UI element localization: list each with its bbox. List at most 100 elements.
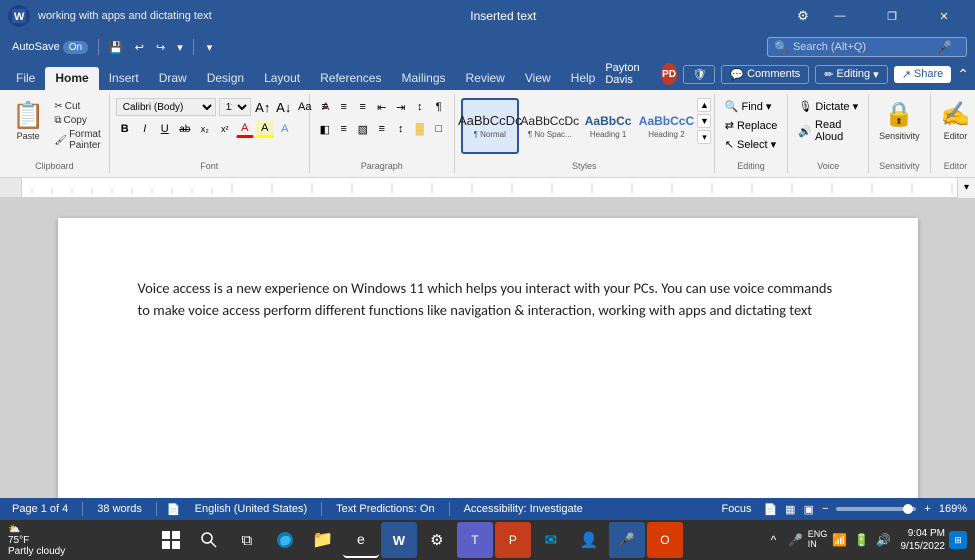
font-size-select[interactable]: 11 [219, 98, 251, 116]
doc-dropdown-icon[interactable]: ▾ [207, 41, 213, 54]
restore-button[interactable]: ❐ [869, 0, 915, 32]
user-avatar[interactable]: PD [661, 63, 678, 85]
zoom-level[interactable]: 169% [939, 503, 967, 515]
cut-button[interactable]: ✂ Cut [52, 100, 102, 113]
chevron-icon[interactable]: ^ [765, 531, 783, 549]
bold-button[interactable]: B [116, 120, 134, 138]
more-button[interactable]: ▾ [173, 39, 187, 56]
highlight-button[interactable]: A [256, 120, 274, 138]
style-normal[interactable]: AaBbCcDc ¶ Normal [461, 98, 519, 154]
zoom-slider[interactable] [836, 507, 916, 511]
minimize-button[interactable]: — [817, 0, 863, 32]
autosave-toggle[interactable]: AutoSave On [8, 39, 92, 56]
ribbon-collapse-button[interactable]: ⌃ [957, 66, 969, 83]
mic-tray-icon[interactable]: 🎤 [787, 531, 805, 549]
style-no-spacing[interactable]: AaBbCcDc ¶ No Spac... [521, 98, 579, 154]
clock[interactable]: 9:04 PM 9/15/2022 [901, 527, 946, 553]
edge2-button[interactable]: e [343, 522, 379, 558]
strikethrough-button[interactable]: ab [176, 120, 194, 138]
text-predictions-button[interactable]: Text Predictions: On [332, 502, 438, 516]
teams-button[interactable]: T [457, 522, 493, 558]
align-left-button[interactable]: ◧ [316, 120, 334, 138]
view-print-icon[interactable]: 📄 [763, 503, 777, 516]
notification-button[interactable]: ⊞ [949, 531, 967, 549]
line-spacing-button[interactable]: ↕ [392, 120, 410, 138]
tab-home[interactable]: Home [45, 67, 98, 90]
search-taskbar-button[interactable] [191, 522, 227, 558]
ruler-bar[interactable] [22, 178, 957, 197]
page-info[interactable]: Page 1 of 4 [8, 502, 72, 516]
paste-button[interactable]: 📋 Paste [6, 98, 50, 143]
underline-button[interactable]: U [156, 120, 174, 138]
increase-font-size-button[interactable]: A↑ [254, 98, 272, 116]
search-input[interactable] [793, 41, 933, 53]
voice-taskbar-button[interactable]: 🎤 [609, 522, 645, 558]
people-button[interactable]: 👤 [571, 522, 607, 558]
show-marks-button[interactable]: ¶ [430, 98, 448, 116]
replace-button[interactable]: ⇄ Replace [721, 117, 782, 134]
close-button[interactable]: ✕ [921, 0, 967, 32]
accessibility-button[interactable]: Accessibility: Investigate [460, 502, 587, 516]
sort-button[interactable]: ↕ [411, 98, 429, 116]
comments-button[interactable]: 💬 Comments [721, 65, 809, 84]
volume-icon[interactable]: 🔊 [875, 531, 893, 549]
align-right-button[interactable]: ▧ [354, 120, 372, 138]
copy-button[interactable]: ⧉ Copy [52, 114, 102, 127]
zoom-minus-button[interactable]: − [822, 503, 828, 515]
editor-button[interactable]: ✍ Editor [937, 98, 975, 143]
autosave-state[interactable]: On [63, 41, 88, 54]
word-taskbar-button[interactable]: W [381, 522, 417, 558]
tab-review[interactable]: Review [456, 67, 515, 90]
tab-insert[interactable]: Insert [99, 67, 149, 90]
lang-icon[interactable]: ENGIN [809, 531, 827, 549]
tab-mailings[interactable]: Mailings [391, 67, 455, 90]
file-explorer-button[interactable]: 📁 [305, 522, 341, 558]
ruler-collapse-button[interactable]: ▾ [957, 178, 975, 198]
italic-button[interactable]: I [136, 120, 154, 138]
read-aloud-button[interactable]: 🔊 Read Aloud [794, 117, 862, 145]
office-hub-button[interactable]: O [647, 522, 683, 558]
decrease-font-size-button[interactable]: A↓ [275, 98, 293, 116]
tab-references[interactable]: References [310, 67, 391, 90]
zoom-handle[interactable] [903, 504, 913, 514]
tab-help[interactable]: Help [561, 67, 606, 90]
tab-draw[interactable]: Draw [149, 67, 197, 90]
word-count[interactable]: 38 words [93, 502, 146, 516]
redo-button[interactable]: ↪ [152, 39, 169, 56]
sensitivity-button[interactable]: 🔒 Sensitivity [875, 98, 924, 143]
share-button[interactable]: ↗ Share [894, 66, 952, 83]
style-heading-1[interactable]: AaBbCc Heading 1 [581, 98, 636, 154]
multilevel-list-button[interactable]: ≡ [354, 98, 372, 116]
tab-view[interactable]: View [515, 67, 561, 90]
search-box[interactable]: 🔍 🎤 [767, 37, 967, 57]
styles-scroll-down[interactable]: ▼ [697, 114, 711, 128]
shield-icon[interactable]: 🛡 [683, 65, 715, 84]
settings-taskbar-button[interactable]: ⚙ [419, 522, 455, 558]
document-area[interactable]: Voice access is a new experience on Wind… [0, 198, 975, 498]
edge-button[interactable] [267, 522, 303, 558]
focus-button[interactable]: Focus [718, 502, 756, 516]
tab-design[interactable]: Design [197, 67, 254, 90]
font-color-button[interactable]: A [236, 120, 254, 138]
tab-layout[interactable]: Layout [254, 67, 310, 90]
language-button[interactable]: English (United States) [191, 502, 312, 516]
subscript-button[interactable]: x₂ [196, 120, 214, 138]
windows-start-button[interactable] [153, 522, 189, 558]
center-button[interactable]: ≡ [335, 120, 353, 138]
superscript-button[interactable]: x² [216, 120, 234, 138]
voice-search-icon[interactable]: 🎤 [937, 40, 952, 54]
format-painter-button[interactable]: 🖌 Format Painter [52, 128, 102, 152]
view-outline-icon[interactable]: ▣ [804, 503, 814, 516]
numbering-button[interactable]: ≡ [335, 98, 353, 116]
borders-button[interactable]: □ [430, 120, 448, 138]
bullets-button[interactable]: ≡ [316, 98, 334, 116]
save-button[interactable]: 💾 [105, 39, 127, 56]
task-view-button[interactable]: ⧉ [229, 522, 265, 558]
select-button[interactable]: ↖ Select ▾ [721, 136, 782, 153]
tab-file[interactable]: File [6, 67, 45, 90]
document-content[interactable]: Voice access is a new experience on Wind… [138, 278, 838, 322]
styles-expand[interactable]: ▾ [697, 130, 711, 144]
zoom-plus-button[interactable]: + [924, 503, 930, 515]
wifi-icon[interactable]: 📶 [831, 531, 849, 549]
decrease-indent-button[interactable]: ⇤ [373, 98, 391, 116]
